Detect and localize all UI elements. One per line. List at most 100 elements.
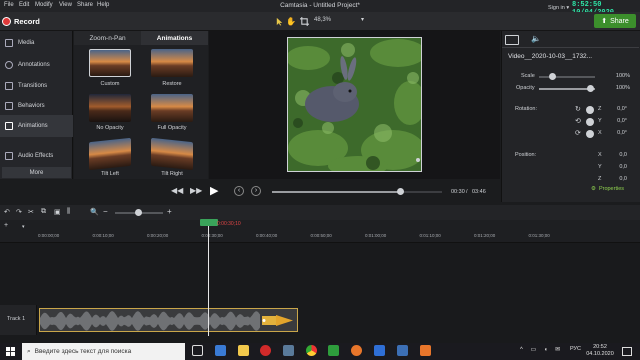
tab-animations[interactable]: Animations xyxy=(141,31,208,45)
opera-icon[interactable] xyxy=(260,345,271,356)
properties-button-label: Properties xyxy=(598,186,625,192)
behaviors-icon xyxy=(5,102,13,110)
next-clip-icon[interactable]: › xyxy=(251,186,261,196)
position-z-value[interactable]: 0,0 xyxy=(609,176,627,182)
split-icon[interactable]: ⫼ xyxy=(67,208,70,216)
collapse-tracks-icon[interactable]: ▾ xyxy=(22,224,25,230)
camtasia-icon[interactable] xyxy=(328,345,339,356)
gear-icon: ⚙ xyxy=(591,186,596,192)
zoom-dropdown-icon[interactable]: ▾ xyxy=(361,16,364,23)
undo-icon[interactable]: ↶ xyxy=(4,208,10,216)
add-track-icon[interactable]: + xyxy=(4,222,8,229)
tab-zoom-n-pan[interactable]: Zoom-n-Pan xyxy=(74,31,141,45)
notifications-icon[interactable] xyxy=(622,347,632,356)
sidebar-item-transitions[interactable]: Transitions xyxy=(0,75,73,97)
animation-item-tilt-left[interactable]: Tilt Left xyxy=(80,137,140,177)
rotation-x-dial[interactable] xyxy=(586,130,594,138)
rotate-x-icon: ⟳ xyxy=(575,130,581,137)
sidebar-item-label: Behaviors xyxy=(18,103,45,109)
clock-date: 04.10.2020 xyxy=(586,351,614,357)
opacity-slider-knob[interactable] xyxy=(587,85,594,92)
timeline-zoom-knob[interactable] xyxy=(135,209,142,216)
redo-icon[interactable]: ↷ xyxy=(16,208,22,216)
edge-icon[interactable] xyxy=(215,345,226,356)
ruler-tick-label: 0:00:10;00 xyxy=(92,233,114,238)
sidebar-item-annotations[interactable]: Annotations xyxy=(0,54,73,76)
animation-label: Tilt Right xyxy=(161,171,183,177)
animation-item-no-opacity[interactable]: No Opacity xyxy=(80,94,140,131)
animation-item-restore[interactable]: Restore xyxy=(142,49,202,87)
zoom-search-icon[interactable]: 🔍 xyxy=(90,208,99,216)
rotation-x-value[interactable]: 0,0° xyxy=(609,130,627,136)
record-button[interactable]: Record xyxy=(2,15,46,28)
scale-value[interactable]: 100% xyxy=(606,73,630,79)
share-button[interactable]: ⬆ Share xyxy=(594,14,636,28)
sidebar-item-behaviors[interactable]: Behaviors xyxy=(0,95,73,117)
chrome-icon[interactable] xyxy=(306,345,317,356)
position-y-value[interactable]: 0,0 xyxy=(609,164,627,170)
opacity-slider[interactable] xyxy=(539,85,595,92)
animation-thumbnail xyxy=(89,49,131,77)
visual-properties-tab-icon[interactable] xyxy=(505,35,519,45)
timeline-zoom-slider[interactable] xyxy=(115,209,163,216)
sign-in-link[interactable]: Sign in ▾ xyxy=(548,5,569,11)
play-icon[interactable]: ▶ xyxy=(210,184,218,197)
sidebar-item-animations[interactable]: Animations xyxy=(0,115,73,137)
recorder-icon[interactable] xyxy=(420,345,431,356)
opacity-value[interactable]: 100% xyxy=(606,85,630,91)
sidebar-item-media[interactable]: Media xyxy=(0,32,73,54)
rotation-z-dial[interactable] xyxy=(586,106,594,114)
more-button[interactable]: More xyxy=(2,167,71,178)
scrub-knob[interactable] xyxy=(396,188,404,195)
select-pointer-icon[interactable] xyxy=(273,15,285,27)
animation-item-custom[interactable]: Custom xyxy=(80,49,140,87)
tray-icons[interactable]: ^ ▭ ◖ ✉ xyxy=(520,346,563,353)
scale-slider[interactable] xyxy=(539,73,595,80)
app-icon[interactable] xyxy=(283,345,294,356)
step-back-icon[interactable]: ◀◀ xyxy=(171,186,183,195)
track-header[interactable]: Track 1 xyxy=(0,305,37,335)
record-label: Record xyxy=(14,17,40,26)
windows-start-icon[interactable] xyxy=(6,347,15,356)
previous-clip-icon[interactable]: ‹ xyxy=(234,186,244,196)
cut-icon[interactable]: ✂ xyxy=(28,208,34,216)
task-view-icon[interactable] xyxy=(192,345,203,356)
video-preview[interactable] xyxy=(287,37,422,172)
taskbar-search-input[interactable]: ⌕ Введите здесь текст для поиска xyxy=(22,343,185,360)
position-x-value[interactable]: 0,0 xyxy=(609,152,627,158)
rotation-z-value[interactable]: 0,0° xyxy=(609,106,627,112)
sidebar-item-audio-effects[interactable]: Audio Effects xyxy=(0,145,73,167)
audio-properties-tab-icon[interactable]: 🔈 xyxy=(531,34,541,43)
pan-hand-icon[interactable]: ✋ xyxy=(285,15,297,27)
zoom-app-icon[interactable] xyxy=(374,345,385,356)
crop-icon[interactable] xyxy=(298,15,310,27)
window-title: Camtasia - Untitled Project* xyxy=(280,2,360,9)
zoom-out-icon[interactable]: − xyxy=(103,207,108,216)
taskbar-clock[interactable]: 20:52 04.10.2020 xyxy=(585,344,615,358)
language-indicator[interactable]: РУС xyxy=(570,346,581,352)
scale-label: Scale xyxy=(521,73,535,79)
file-explorer-icon[interactable] xyxy=(238,345,249,356)
zoom-in-icon[interactable]: + xyxy=(167,207,172,216)
audio-waveform xyxy=(40,309,297,331)
firefox-icon[interactable] xyxy=(351,345,362,356)
scrub-track[interactable] xyxy=(272,188,442,195)
audio-effects-icon xyxy=(5,152,13,160)
zoom-level[interactable]: 48,3% xyxy=(314,17,331,23)
paste-icon[interactable]: ▣ xyxy=(54,208,61,216)
playhead-handle[interactable] xyxy=(200,219,218,226)
timeline-ruler[interactable] xyxy=(0,220,640,243)
animation-item-tilt-right[interactable]: Tilt Right xyxy=(142,137,202,177)
copy-icon[interactable]: ⧉ xyxy=(41,208,46,216)
scale-slider-knob[interactable] xyxy=(549,73,556,80)
sidebar-item-label: Annotations xyxy=(18,62,50,68)
word-icon[interactable] xyxy=(397,345,408,356)
sidebar-item-label: Animations xyxy=(18,123,48,129)
rotation-y-dial[interactable] xyxy=(586,118,594,126)
animation-item-full-opacity[interactable]: Full Opacity xyxy=(142,94,202,131)
rotation-y-value[interactable]: 0,0° xyxy=(609,118,627,124)
properties-button[interactable]: ⚙ Properties xyxy=(591,186,624,192)
timeline-clip[interactable] xyxy=(39,308,298,332)
step-forward-icon[interactable]: ▶▶ xyxy=(190,186,202,195)
playhead-line[interactable] xyxy=(208,220,209,336)
